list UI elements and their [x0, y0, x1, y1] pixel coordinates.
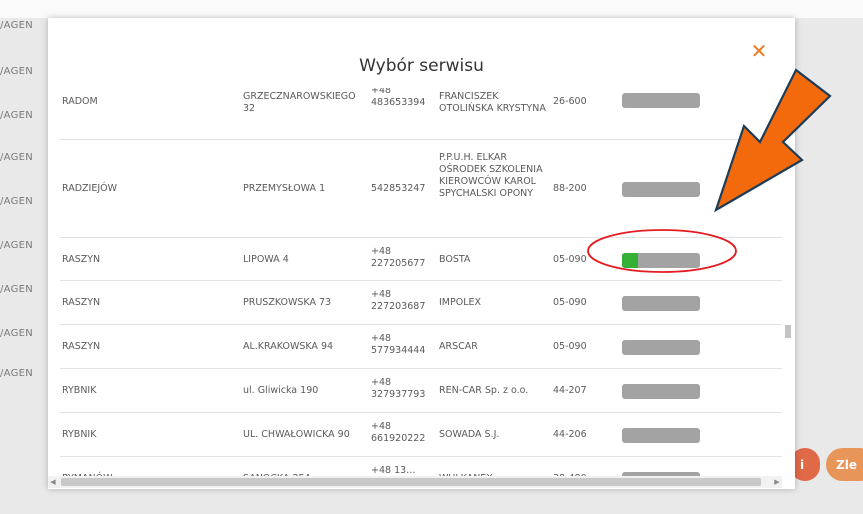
table-row[interactable]: RASZYN AL.KRAKOWSKA 94 +48 577934444 ARSCAR…	[60, 325, 782, 369]
service-city: RYBNIK	[62, 429, 97, 440]
service-name: BOSTA	[439, 254, 471, 265]
table-row[interactable]: RYBNIK UL. CHWAŁOWICKA 90 +48 661920222 SOW…	[60, 413, 782, 457]
availability-bar[interactable]	[622, 340, 700, 355]
availability-bar[interactable]	[622, 253, 700, 268]
availability-bar[interactable]	[622, 428, 700, 443]
service-city: RASZYN	[62, 341, 101, 352]
service-city: RADZIEJÓW	[62, 183, 118, 194]
service-name: FRANCISZEK OTOLIŃSKA KRYSTYNA	[439, 91, 546, 114]
table-row[interactable]: RADZIEJÓW PRZEMYSŁOWA 1 542853247 P.P.U.H. …	[60, 140, 782, 238]
service-street: AL.KRAKOWSKA 94	[243, 341, 334, 352]
service-street: PRZEMYSŁOWA 1	[243, 183, 326, 194]
service-city: RASZYN	[62, 297, 101, 308]
service-phone: +48 661920222	[371, 421, 426, 444]
service-city: RYBNIK	[62, 385, 97, 396]
service-street: UL. CHWAŁOWICKA 90	[243, 429, 350, 440]
availability-bar[interactable]	[622, 296, 700, 311]
service-zip: 05-090	[553, 254, 587, 265]
service-phone: +48 227205677	[371, 246, 426, 269]
modal-title: Wybór serwisu	[359, 56, 484, 76]
service-name: P.P.U.H. ELKAR OŚRODEK SZKOLENIA KIEROWC…	[439, 152, 543, 199]
service-zip: 05-090	[553, 297, 587, 308]
background-top-band	[0, 0, 863, 18]
service-city: RASZYN	[62, 254, 101, 265]
availability-bar[interactable]	[622, 182, 700, 197]
table-row[interactable]: RASZYN LIPOWA 4 +48 227205677 BOSTA 05-090	[60, 238, 782, 281]
service-phone: +48 227203687	[371, 289, 426, 312]
availability-bar-fill	[622, 253, 638, 268]
service-street: PRUSZKOWSKA 73	[243, 297, 332, 308]
vertical-scrollbar-thumb[interactable]	[785, 325, 791, 338]
service-name: ARSCAR	[439, 341, 478, 352]
service-zip: 88-200	[553, 183, 587, 194]
service-street: LIPOWA 4	[243, 254, 289, 265]
service-name: SOWADA S.J.	[439, 429, 500, 440]
arrow-left-icon[interactable]: ◀	[48, 476, 58, 488]
background-order-button[interactable]: Zle	[826, 448, 863, 481]
availability-bar[interactable]	[622, 93, 700, 108]
service-street: ul. Gliwicka 190	[243, 385, 319, 396]
table-row[interactable]: RASZYN PRUSZKOWSKA 73 +48 227203687 IMPOLEX…	[60, 281, 782, 325]
service-name: IMPOLEX	[439, 297, 482, 308]
close-icon[interactable]: ✕	[748, 40, 770, 62]
table-row[interactable]: RADOM GRZECZNAROWSKIEGO 32 +48 483653394 FR…	[60, 88, 782, 140]
table-row[interactable]: RYBNIK ul. Gliwicka 190 +48 327937793 REN-C…	[60, 369, 782, 413]
service-phone: 542853247	[371, 183, 426, 194]
service-zip: 44-207	[553, 385, 587, 396]
service-phone: +48 327937793	[371, 377, 426, 400]
service-table: RADOM GRZECZNAROWSKIEGO 32 +48 483653394 FR…	[60, 88, 782, 488]
service-city: RADOM	[62, 96, 98, 107]
service-phone: +48 577934444	[371, 333, 426, 356]
service-zip: 44-206	[553, 429, 587, 440]
service-table-body: RADOM GRZECZNAROWSKIEGO 32 +48 483653394 FR…	[60, 88, 782, 488]
service-select-modal: Wybór serwisu ✕ RADOM GRZECZNAROWSKIEGO 3…	[48, 18, 795, 489]
arrow-right-icon[interactable]: ▶	[772, 476, 782, 488]
availability-bar[interactable]	[622, 384, 700, 399]
horizontal-scrollbar[interactable]: ◀ ▶	[48, 476, 782, 488]
horizontal-scrollbar-thumb[interactable]	[61, 478, 761, 486]
service-zip: 05-090	[553, 341, 587, 352]
service-phone: +48 483653394	[371, 88, 426, 108]
service-zip: 26-600	[553, 96, 587, 107]
service-street: GRZECZNAROWSKIEGO 32	[243, 91, 356, 114]
service-name: REN-CAR Sp. z o.o.	[439, 385, 529, 396]
